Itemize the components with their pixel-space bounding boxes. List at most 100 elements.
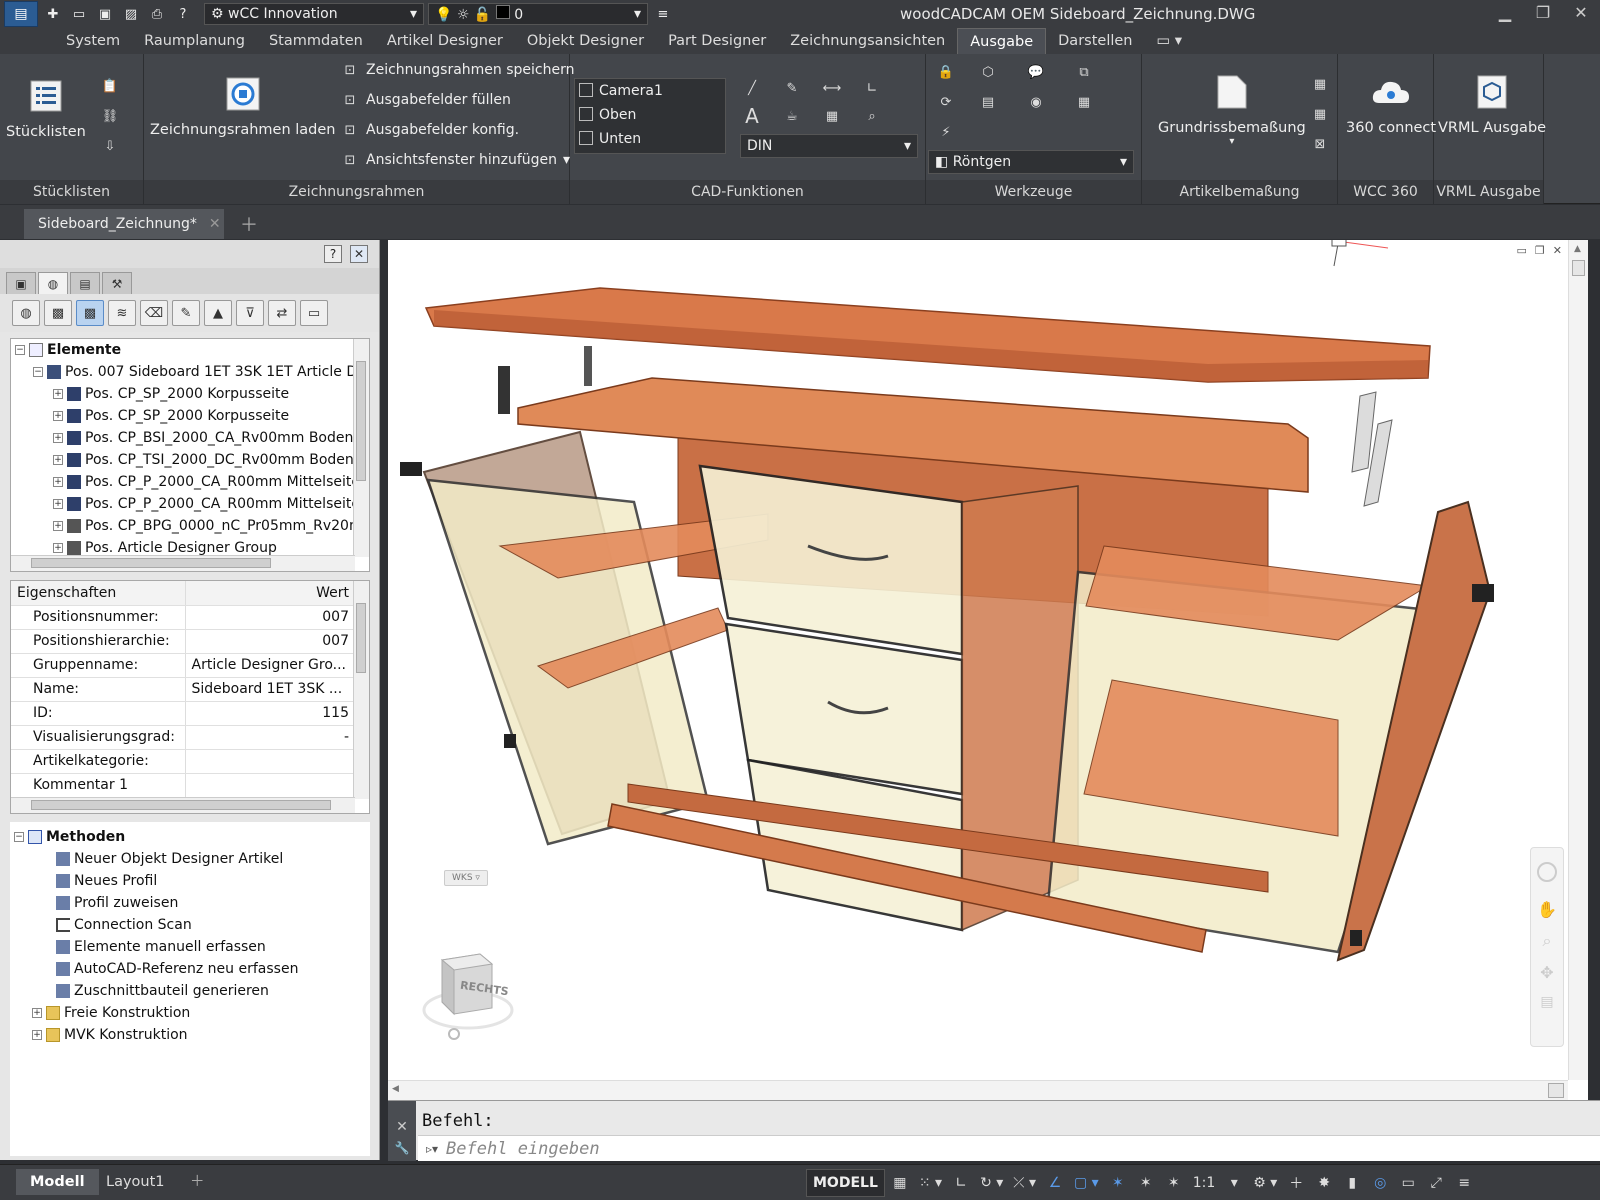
minimize-button[interactable]: ▁ [1486,0,1524,24]
expand-icon[interactable]: + [32,1008,42,1018]
snap-icon[interactable]: ⁙ ▾ [915,1169,946,1197]
dimension-style-dropdown[interactable]: DIN ▾ [740,134,918,158]
scroll-thumb[interactable] [356,603,366,673]
table-icon[interactable]: ▦ [1310,104,1330,124]
scroll-thumb[interactable] [356,361,366,481]
plot-icon[interactable]: ⎙ [146,3,168,25]
viewport-horizontal-scrollbar[interactable]: ◀ [388,1080,1568,1100]
command-prompt-icon[interactable]: ▹▾ [426,1142,438,1156]
help-icon[interactable]: ? [172,3,194,25]
help-button[interactable]: ? [324,245,342,263]
tab-part-designer[interactable]: Part Designer [656,28,778,54]
view-cube[interactable]: RECHTS [418,938,528,1048]
tab-stammdaten[interactable]: Stammdaten [257,28,375,54]
tree-item[interactable]: + Pos. CP_P_2000_CA_R00mm Mittelseite [15,471,353,493]
close-icon[interactable]: ✕ [388,1119,416,1135]
property-value[interactable] [185,749,355,774]
globe-icon[interactable]: ◍ [12,300,40,326]
ortho-icon[interactable]: ∟ [948,1169,974,1197]
zeichnungsrahmen-speichern-button[interactable]: ⊡ Zeichnungsrahmen speichern [340,60,575,80]
tab-modell[interactable]: Modell [16,1169,99,1195]
line-icon[interactable]: ╱ [742,78,762,98]
property-value[interactable]: Article Designer Gro... [185,653,355,678]
property-row[interactable]: ID: 115 [11,701,355,726]
tree-item[interactable]: + Pos. CP_SP_2000 Korpusseite [15,405,353,427]
grundrissbemassung-button[interactable]: Grundrissbemaßung ▾ [1158,72,1306,147]
collapse-icon[interactable]: − [15,345,25,355]
tab-system[interactable]: System [54,28,132,54]
method-folder[interactable]: + Freie Konstruktion [14,1002,370,1024]
customize-toolbar-icon[interactable]: ≡ [652,3,674,25]
lightning-icon[interactable]: ⚡ [936,122,956,142]
clean-screen-icon[interactable]: ◎ [1367,1169,1393,1197]
cube-icon[interactable]: ▩ [44,300,72,326]
method-item[interactable]: Neues Profil [14,870,370,892]
tab-artikel-designer[interactable]: Artikel Designer [375,28,515,54]
layers-icon[interactable]: ≋ [108,300,136,326]
polar-icon[interactable]: ↻ ▾ [976,1169,1007,1197]
annotation-scale-icon[interactable]: ✶ [1161,1169,1187,1197]
command-input[interactable]: ▹▾ Befehl eingeben [418,1135,1600,1161]
viewport-restore-button[interactable]: ❐ [1535,244,1545,257]
link-icon[interactable]: ⛓ [100,106,120,126]
table-icon[interactable]: ▦ [1310,74,1330,94]
method-item[interactable]: Profil zuweisen [14,892,370,914]
box-icon[interactable]: ▩ [76,300,104,326]
property-value[interactable]: - [185,725,355,750]
ribbon-minimize-button[interactable]: ▭ ▾ [1144,28,1194,54]
hardware-acceleration-icon[interactable]: ▮ [1339,1169,1365,1197]
360-connect-button[interactable]: 360 connect [1346,72,1436,136]
tree-root-elemente[interactable]: − Elemente [15,339,353,361]
tab-tools-icon[interactable]: ⚒ [102,272,132,294]
camera-list[interactable]: Camera1 Oben Unten [574,78,726,154]
tree-item[interactable]: + Pos. CP_BSI_2000_CA_Rv00mm Boden [15,427,353,449]
delete-icon[interactable]: ⊠ [1310,134,1330,154]
graphics-icon[interactable]: ▭ [1395,1169,1421,1197]
annotation-visibility-icon[interactable]: ✶ [1105,1169,1131,1197]
zeichnungsrahmen-laden-button[interactable]: Zeichnungsrahmen laden [150,74,335,138]
zoom-icon[interactable]: ⌕ [1537,931,1557,951]
dimension-icon[interactable]: ⟷ [822,78,842,98]
angle-icon[interactable]: ∟ [862,78,882,98]
expand-icon[interactable]: + [53,389,63,399]
osnap-icon[interactable]: ∠ [1042,1169,1068,1197]
comment-icon[interactable]: 💬 [1026,62,1046,82]
lock-icon[interactable]: 🔒 [936,62,956,82]
showmotion-icon[interactable]: ▤ [1537,994,1557,1010]
new-file-icon[interactable]: ✚ [42,3,64,25]
grid-icon[interactable]: ▦ [1074,92,1094,112]
edit-icon[interactable]: ✎ [172,300,200,326]
command-line-handle[interactable]: ✕ 🔧 [388,1101,416,1161]
tree-item[interactable]: + Pos. CP_P_2000_CA_R00mm Mittelseite [15,493,353,515]
clipboard-icon[interactable]: 📋 [100,76,120,96]
new-tab-button[interactable]: ＋ [238,213,260,236]
tab-ausgabe[interactable]: Ausgabe [957,28,1047,54]
customization-menu-icon[interactable]: ≡ [1451,1169,1477,1197]
isolate-icon[interactable]: ✸ [1311,1169,1337,1197]
property-value[interactable]: 007 [185,605,355,630]
annotation-scale-value[interactable]: 1:1 [1189,1169,1220,1197]
scroll-left-icon[interactable]: ◀ [392,1084,399,1094]
hatch-icon[interactable]: ▦ [822,106,842,126]
close-icon[interactable]: ✕ [209,216,221,232]
methods-root[interactable]: − Methoden [14,826,370,848]
close-panel-button[interactable]: ✕ [350,245,368,263]
folder-icon[interactable]: ▭ [300,300,328,326]
method-item[interactable]: Zuschnittbauteil generieren [14,980,370,1002]
expand-icon[interactable]: + [53,455,63,465]
filter-icon[interactable]: ⊽ [236,300,264,326]
document-tab-sideboard[interactable]: Sideboard_Zeichnung* ✕ [24,209,224,239]
scroll-thumb[interactable] [31,558,271,568]
eraser-icon[interactable]: ⌫ [140,300,168,326]
layer-dropdown[interactable]: 💡 ☼ 🔓 0 ▾ [428,3,648,25]
tab-zeichnungsansichten[interactable]: Zeichnungsansichten [778,28,957,54]
tree-item[interactable]: + Pos. CP_SP_2000 Korpusseite [15,383,353,405]
orbit-icon[interactable]: ✥ [1537,963,1557,982]
tree-horizontal-scrollbar[interactable] [11,555,355,571]
scroll-thumb[interactable] [1572,260,1585,276]
copy-icon[interactable]: ⧉ [1074,62,1094,82]
plus-icon[interactable]: ＋ [1283,1169,1309,1197]
workspace-dropdown[interactable]: ⚙ wCC Innovation ▾ [204,3,424,25]
properties-vertical-scrollbar[interactable] [353,581,369,799]
expand-icon[interactable]: + [53,521,63,531]
